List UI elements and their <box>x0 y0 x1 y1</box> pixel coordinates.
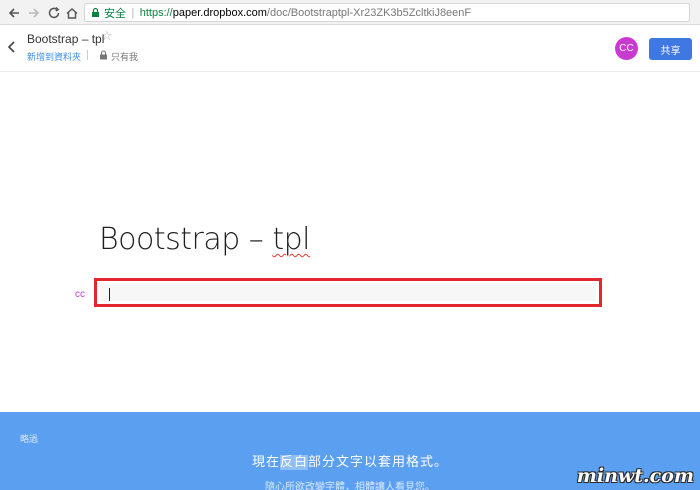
home-icon[interactable] <box>63 4 81 22</box>
secure-label: 安全 <box>104 7 126 20</box>
hint-highlight: 反白 <box>279 455 308 470</box>
url-host: paper.dropbox.com <box>172 6 267 19</box>
add-to-folder-link[interactable]: 新增到資料夾 <box>27 50 81 63</box>
star-icon[interactable]: ☆ <box>101 29 113 44</box>
browser-toolbar: 安全 | https:// paper.dropbox.com /doc/Boo… <box>0 0 700 25</box>
editor-line[interactable] <box>100 284 596 301</box>
misspelled-word: tpl <box>272 222 310 257</box>
doc-title: Bootstrap – tpl <box>27 32 105 46</box>
lock-icon <box>92 7 99 17</box>
hint-before: 現在 <box>251 455 280 470</box>
onboarding-banner: 略過 現在反白部分文字以套用格式。 隨心所欲改變字體，相體讓人看見您。 minw… <box>0 412 700 490</box>
url-path: /doc/Bootstraptpl-Xr23ZK3b5ZcltkiJ8eenF <box>266 6 472 19</box>
url-scheme: https:// <box>139 6 173 19</box>
share-button[interactable]: 共享 <box>649 38 692 60</box>
back-chevron-icon[interactable] <box>6 40 18 54</box>
doc-header: Bootstrap – tpl ☆ 新增到資料夾 只有我 CC 共享 <box>0 26 700 72</box>
avatar[interactable]: CC <box>615 37 638 60</box>
heading-text: Bootstrap – <box>99 222 273 257</box>
lock-icon <box>100 50 107 60</box>
editor-line-highlight[interactable] <box>94 278 602 307</box>
reload-icon[interactable] <box>45 4 63 22</box>
text-caret <box>109 288 110 301</box>
back-arrow-icon[interactable] <box>5 4 23 22</box>
hint-after: 部分文字以套用格式。 <box>308 455 449 470</box>
address-bar[interactable]: 安全 | https:// paper.dropbox.com /doc/Boo… <box>84 3 690 22</box>
watermark: minwt.com <box>576 465 694 487</box>
skip-link[interactable]: 略過 <box>20 432 38 445</box>
author-tag: cc <box>75 289 85 300</box>
url-divider: | <box>131 6 135 19</box>
meta-divider <box>87 50 88 60</box>
doc-heading[interactable]: Bootstrap – tpl <box>99 222 310 257</box>
forward-arrow-icon[interactable] <box>25 4 43 22</box>
visibility-label: 只有我 <box>111 53 139 63</box>
